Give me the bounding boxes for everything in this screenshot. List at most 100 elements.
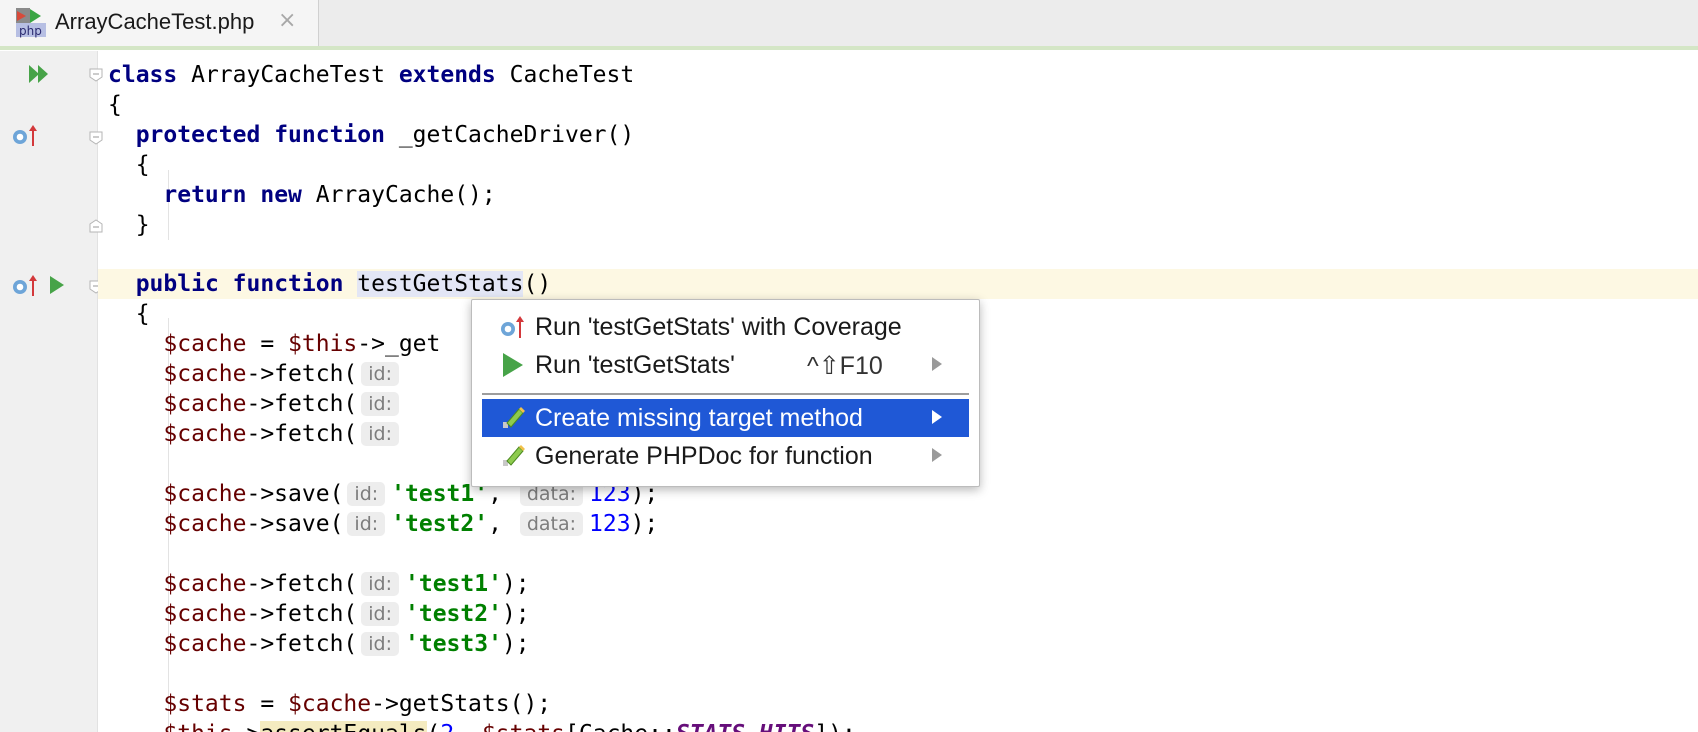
method-signature: _getCacheDriver()	[384, 122, 635, 148]
keyword: return	[163, 182, 247, 208]
variable: $cache	[163, 511, 247, 537]
keyword: public	[135, 271, 219, 297]
constant: STATS_HITS	[676, 721, 814, 732]
code-line-23[interactable]: $this->assertEquals(2, $stats[Cache::STA…	[108, 719, 856, 732]
run-icon	[503, 353, 523, 377]
code-text: ->fetch(	[246, 421, 358, 447]
variable: $cache	[163, 631, 247, 657]
tab-underline	[0, 46, 1698, 50]
code-text: );	[501, 631, 530, 657]
code-line-6[interactable]: }	[108, 210, 150, 240]
code-line-2[interactable]: {	[108, 90, 122, 120]
code-line-18[interactable]: $cache->fetch(id:'test1');	[108, 569, 530, 599]
brace: {	[135, 152, 150, 178]
code-text: ->getStats();	[371, 691, 552, 717]
code-text: );	[501, 571, 530, 597]
menu-item-run-test[interactable]: Run 'testGetStats' ^⇧F10	[482, 346, 969, 384]
keyword: class	[108, 62, 178, 88]
variable: $stats	[163, 691, 247, 717]
code-text: ->	[233, 721, 261, 732]
method-name-highlight[interactable]: testGetStats	[357, 271, 524, 297]
menu-item-label: Generate PHPDoc for function	[535, 442, 873, 470]
number-literal: 123	[589, 511, 631, 537]
code-text: ->fetch(	[246, 571, 358, 597]
code-text: ->save(	[246, 481, 344, 507]
overrides-method-icon-2[interactable]	[12, 274, 40, 298]
variable: $this	[288, 331, 358, 357]
fold-marker[interactable]	[89, 68, 103, 82]
fold-marker[interactable]	[89, 219, 103, 233]
variable: $cache	[288, 691, 372, 717]
menu-item-run-with-coverage[interactable]: Run 'testGetStats' with Coverage	[482, 308, 969, 346]
keyword: function	[274, 122, 385, 148]
parameter-hint: id:	[347, 512, 386, 536]
submenu-arrow-icon	[932, 410, 942, 424]
parameter-hint: id:	[361, 392, 400, 416]
code-text: ->fetch(	[246, 631, 358, 657]
fold-marker[interactable]	[89, 131, 103, 145]
code-line-4[interactable]: {	[108, 150, 150, 180]
menu-item-label: Run 'testGetStats' with Coverage	[535, 313, 902, 341]
menu-item-create-missing-method[interactable]: Create missing target method	[482, 399, 969, 437]
run-all-tests-icon[interactable]	[28, 64, 50, 84]
menu-item-generate-phpdoc[interactable]: Generate PHPDoc for function	[482, 437, 969, 475]
svg-text:php: php	[19, 24, 42, 38]
gutter-action-popup: Run 'testGetStats' with Coverage Run 'te…	[471, 299, 980, 487]
keyword: new	[260, 182, 302, 208]
close-icon[interactable]: ×	[278, 8, 296, 33]
keyword: function	[232, 271, 344, 297]
code-line-19[interactable]: $cache->fetch(id:'test2');	[108, 599, 530, 629]
parent-class: CacheTest	[495, 62, 635, 88]
run-test-icon[interactable]	[49, 275, 65, 295]
code-text: =	[246, 691, 289, 717]
code-text: [Cache::	[565, 721, 676, 732]
code-text: ]);	[814, 721, 856, 732]
submenu-arrow-icon	[932, 357, 942, 371]
variable: $cache	[163, 391, 247, 417]
code-text: (	[427, 721, 441, 732]
code-line-13[interactable]: $cache->fetch(id:	[108, 419, 405, 449]
editor-tab-active[interactable]: php ArrayCacheTest.php ×	[0, 0, 319, 46]
code-text: ,	[454, 721, 482, 732]
code-text: ->save(	[246, 511, 344, 537]
variable: $stats	[482, 721, 565, 732]
code-line-16[interactable]: $cache->save(id:'test2', data: 123);	[108, 509, 658, 539]
code-line-5[interactable]: return new ArrayCache();	[108, 180, 496, 210]
variable: $this	[163, 721, 232, 732]
keyword: protected	[135, 122, 261, 148]
code-text: ->fetch(	[246, 391, 358, 417]
method-call: assertEquals	[260, 721, 427, 732]
number-literal: 2	[440, 721, 454, 732]
overrides-method-icon[interactable]	[12, 124, 40, 148]
brace: {	[135, 301, 150, 327]
code-text: );	[501, 601, 530, 627]
code-text: ArrayCache();	[301, 182, 496, 208]
editor-tab-bar: php ArrayCacheTest.php ×	[0, 0, 1698, 47]
code-line-3[interactable]: protected function _getCacheDriver()	[108, 120, 635, 150]
code-line-11[interactable]: $cache->fetch(id:	[108, 359, 405, 389]
pencil-icon	[503, 445, 525, 466]
parameter-hint: id:	[361, 572, 400, 596]
code-line-12[interactable]: $cache->fetch(id:	[108, 389, 405, 419]
menu-item-label: Run 'testGetStats'	[535, 351, 735, 379]
code-line-8[interactable]: public function testGetStats()	[108, 269, 551, 299]
code-text: );	[630, 511, 659, 537]
code-line-1[interactable]: class ArrayCacheTest extends CacheTest	[108, 60, 634, 90]
parameter-hint: id:	[361, 632, 400, 656]
code-line-22[interactable]: $stats = $cache->getStats();	[108, 689, 551, 719]
keyboard-shortcut: ^⇧F10	[807, 352, 883, 380]
code-text: ()	[523, 271, 552, 297]
code-line-20[interactable]: $cache->fetch(id:'test3');	[108, 629, 530, 659]
code-line-9[interactable]: {	[108, 299, 150, 329]
brace: {	[108, 92, 122, 118]
string-literal: 'test3'	[405, 631, 502, 657]
parameter-hint: id:	[347, 482, 386, 506]
submenu-arrow-icon	[932, 448, 942, 462]
menu-item-label: Create missing target method	[535, 404, 863, 432]
code-text: =	[246, 331, 289, 357]
parameter-hint: id:	[361, 602, 400, 626]
string-literal: 'test2'	[405, 601, 502, 627]
code-line-10[interactable]: $cache = $this->_get	[108, 329, 440, 359]
code-text: ,	[488, 511, 516, 537]
php-file-icon: php	[16, 8, 46, 38]
